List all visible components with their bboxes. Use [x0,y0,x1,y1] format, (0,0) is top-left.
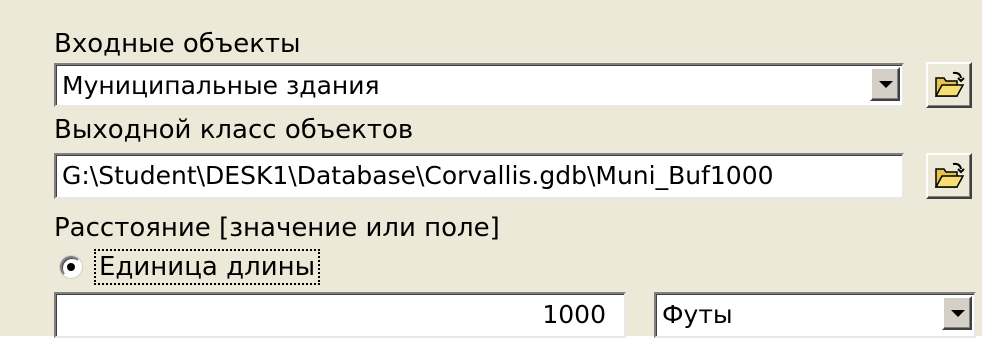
distance-label: Расстояние [значение или поле] [54,213,500,243]
distance-unit-value: Футы [662,300,733,329]
distance-unit-select[interactable]: Футы [654,292,976,338]
distance-value: 1000 [542,300,606,329]
input-objects-select[interactable]: Муниципальные здания [54,63,904,107]
chevron-down-icon [879,81,893,88]
window-edge [982,0,998,336]
distance-unit-dropdown-button[interactable] [942,296,972,330]
output-class-browse-button[interactable] [926,153,972,199]
buffer-dialog-panel: Входные объекты Муниципальные здания Вых… [0,0,998,338]
input-objects-value: Муниципальные здания [62,71,380,100]
open-folder-icon [934,71,965,97]
output-class-field[interactable]: G:\Student\DESK1\Database\Corvallis.gdb\… [54,153,904,199]
open-folder-icon [934,162,965,188]
input-objects-dropdown-button[interactable] [870,67,900,101]
input-objects-browse-button[interactable] [926,62,972,108]
output-class-label: Выходной класс объектов [54,115,414,145]
linear-unit-radio[interactable] [60,256,82,278]
linear-unit-option-label[interactable]: Единица длины [93,249,321,285]
radio-selected-icon [67,263,75,271]
output-class-value: G:\Student\DESK1\Database\Corvallis.gdb\… [62,161,774,190]
input-objects-label: Входные объекты [54,29,301,59]
chevron-down-icon [951,310,965,317]
distance-value-field[interactable]: 1000 [54,292,626,338]
